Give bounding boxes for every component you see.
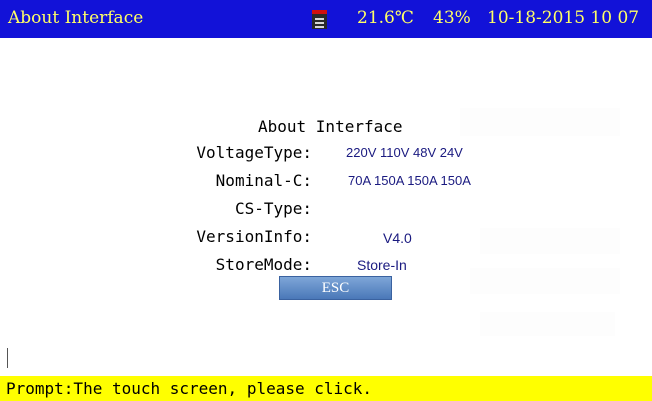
- version-info-value: V4.0: [383, 230, 412, 246]
- humidity-readout: 43%: [433, 8, 471, 28]
- divider: [7, 348, 8, 368]
- temperature-readout: 21.6℃: [357, 8, 414, 28]
- title-bar: About Interface 21.6℃ 43% 10-18-2015 10 …: [0, 0, 652, 38]
- nominal-c-value: 70A 150A 150A 150A: [348, 173, 471, 188]
- cs-type-label: CS-Type:: [234, 199, 312, 218]
- store-mode-label: StoreMode:: [215, 255, 312, 274]
- version-info-label: VersionInfo:: [196, 227, 312, 246]
- background-ghost: [470, 268, 620, 294]
- store-mode-value: Store-In: [357, 257, 407, 273]
- background-ghost: [460, 108, 620, 136]
- background-ghost: [480, 228, 620, 254]
- sd-card-icon: [312, 10, 327, 29]
- datetime-readout: 10-18-2015 10 07: [487, 8, 640, 28]
- esc-button[interactable]: ESC: [279, 276, 392, 300]
- window-title: About Interface: [8, 8, 144, 28]
- nominal-c-label: Nominal-C:: [215, 171, 312, 190]
- page-title: About Interface: [258, 117, 403, 136]
- voltage-type-value: 220V 110V 48V 24V: [346, 145, 463, 160]
- prompt-bar: Prompt:The touch screen, please click.: [0, 376, 652, 401]
- background-ghost: [480, 312, 615, 336]
- voltage-type-label: VoltageType:: [196, 143, 312, 162]
- about-panel: [0, 38, 652, 374]
